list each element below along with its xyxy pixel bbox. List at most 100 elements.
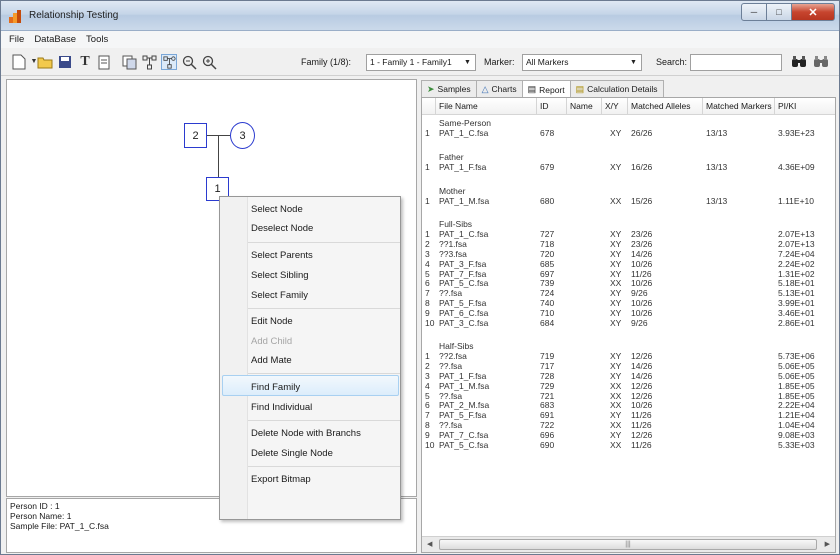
table-row[interactable]: 9 PAT_7_C.fsa 696 XY 12/26 9.08E+03 <box>422 430 822 440</box>
cell-matched-alleles: 23/26 <box>631 229 653 240</box>
table-row[interactable]: 3 ??3.fsa 720 XY 14/26 7.24E+04 <box>422 249 822 259</box>
menu-item-select-sibling[interactable]: Select Sibling <box>251 270 309 281</box>
title-bar[interactable]: Relationship Testing ─ □ ✕ <box>1 1 839 31</box>
toolbar: ▼ T Family (1/8): 1 - Family 1 - Family1 <box>1 48 839 76</box>
cell-index: 4 <box>425 380 430 391</box>
menu-item-select-node[interactable]: Select Node <box>251 204 303 215</box>
menu-separator <box>248 308 400 309</box>
table-row[interactable]: 6 PAT_5_C.fsa 739 XX 10/26 5.18E+01 <box>422 278 822 288</box>
menu-item-select-parents[interactable]: Select Parents <box>251 250 313 261</box>
new-document-icon[interactable] <box>11 54 27 70</box>
tab-calculation-details[interactable]: ▤ Calculation Details <box>569 80 664 97</box>
text-icon[interactable]: T <box>77 54 93 70</box>
tab-report[interactable]: ▤ Report <box>521 80 571 98</box>
tab-samples[interactable]: ➤ Samples <box>421 80 477 97</box>
report-grid[interactable]: File Name ID Name X/Y Matched Alleles Ma… <box>421 97 836 553</box>
menu-item-find-family[interactable]: Find Family <box>251 382 300 393</box>
menu-item-select-family[interactable]: Select Family <box>251 290 308 301</box>
zoom-out-icon[interactable] <box>181 54 197 70</box>
pedigree-node-female[interactable]: 3 <box>230 122 255 149</box>
samples-icon: ➤ <box>427 83 435 94</box>
cell-id: 739 <box>540 278 555 289</box>
cell-matched-alleles: 11/26 <box>631 410 652 421</box>
table-row[interactable]: 1 PAT_1_C.fsa 678 XY 26/26 13/13 3.93E+23 <box>422 128 822 138</box>
tree-layout-icon[interactable] <box>141 54 157 70</box>
scroll-right-icon[interactable]: ▶ <box>825 540 830 548</box>
zoom-in-icon[interactable] <box>201 54 217 70</box>
table-row[interactable]: 3 PAT_1_F.fsa 728 XY 14/26 5.06E+05 <box>422 371 822 381</box>
tab-charts[interactable]: △ Charts <box>475 80 523 97</box>
menu-item-find-individual[interactable]: Find Individual <box>251 402 312 413</box>
marker-select[interactable]: All Markers ▼ <box>522 54 642 71</box>
open-folder-icon[interactable] <box>37 54 53 70</box>
cell-index: 10 <box>425 439 435 450</box>
save-icon[interactable] <box>57 54 73 70</box>
table-row[interactable]: 10 PAT_5_C.fsa 690 XX 11/26 5.33E+03 <box>422 440 822 450</box>
menu-item-edit-node[interactable]: Edit Node <box>251 316 293 327</box>
menu-item-delete-single-node[interactable]: Delete Single Node <box>251 448 333 459</box>
table-row[interactable]: 8 ??.fsa 722 XX 11/26 1.04E+04 <box>422 420 822 430</box>
cell-file-name: ??2.fsa <box>439 351 467 362</box>
menu-item-delete-node-branches[interactable]: Delete Node with Branchs <box>251 428 361 439</box>
table-row[interactable]: 4 PAT_1_M.fsa 729 XX 12/26 1.85E+05 <box>422 381 822 391</box>
maximize-button[interactable]: □ <box>766 3 792 21</box>
column-header-file-name[interactable]: File Name <box>436 98 537 115</box>
column-header-matched-alleles[interactable]: Matched Alleles <box>628 98 703 115</box>
close-button[interactable]: ✕ <box>791 3 835 21</box>
table-row[interactable]: 2 ??.fsa 717 XY 14/26 5.06E+05 <box>422 361 822 371</box>
group-title-text: Full-Sibs <box>439 219 473 230</box>
table-row[interactable]: 8 PAT_5_F.fsa 740 XY 10/26 3.99E+01 <box>422 298 822 308</box>
cell-pi-ki: 3.99E+01 <box>778 298 815 308</box>
properties-icon[interactable] <box>96 54 112 70</box>
scroll-left-icon[interactable]: ◀ <box>427 540 432 548</box>
cell-matched-alleles: 10/26 <box>631 298 653 308</box>
cell-file-name: PAT_5_F.fsa <box>439 410 487 421</box>
family-select[interactable]: 1 - Family 1 - Family1 ▼ <box>366 54 476 71</box>
table-row[interactable]: 1 PAT_1_C.fsa 727 XY 23/26 2.07E+13 <box>422 229 822 239</box>
table-row[interactable]: 5 ??.fsa 721 XX 12/26 1.85E+05 <box>422 391 822 401</box>
scrollbar-thumb[interactable]: ||| <box>439 539 817 550</box>
menu-item-export-bitmap[interactable]: Export Bitmap <box>251 474 311 485</box>
table-row[interactable]: 1 PAT_1_F.fsa 679 XY 16/26 13/13 4.36E+09 <box>422 162 822 172</box>
charts-icon: △ <box>481 83 489 94</box>
column-header-matched-markers[interactable]: Matched Markers <box>703 98 775 115</box>
menu-database[interactable]: DataBase <box>34 34 76 45</box>
pedigree-icon[interactable] <box>161 54 177 70</box>
column-header-xy[interactable]: X/Y <box>602 98 628 115</box>
table-row[interactable]: 7 PAT_5_F.fsa 691 XY 11/26 1.21E+04 <box>422 410 822 420</box>
find-next-icon[interactable] <box>813 54 829 70</box>
horizontal-scrollbar[interactable]: ◀ ||| ▶ <box>422 536 835 552</box>
menu-item-deselect-node[interactable]: Deselect Node <box>251 223 313 234</box>
menu-file[interactable]: File <box>9 34 24 45</box>
column-header-pi-ki[interactable]: PI/KI <box>775 98 835 115</box>
cell-pi-ki: 5.13E+01 <box>778 288 815 299</box>
cell-id: 690 <box>540 439 555 450</box>
search-input[interactable] <box>690 54 782 71</box>
table-row[interactable]: 9 PAT_6_C.fsa 710 XY 10/26 3.46E+01 <box>422 308 822 318</box>
tab-label: Samples <box>437 84 471 94</box>
descent-line <box>218 135 219 178</box>
menu-tools[interactable]: Tools <box>86 34 108 45</box>
pedigree-node-male[interactable]: 2 <box>184 123 207 148</box>
table-row[interactable]: 1 PAT_1_M.fsa 680 XX 15/26 13/13 1.11E+10 <box>422 196 822 206</box>
table-row[interactable]: 4 PAT_3_F.fsa 685 XY 10/26 2.24E+02 <box>422 259 822 269</box>
column-header-index[interactable] <box>422 98 436 115</box>
table-row[interactable]: 6 PAT_2_M.fsa 683 XX 10/26 2.22E+04 <box>422 400 822 410</box>
table-row[interactable]: 7 ??.fsa 724 XY 9/26 5.13E+01 <box>422 288 822 298</box>
calc-icon: ▤ <box>575 83 585 94</box>
column-header-id[interactable]: ID <box>537 98 567 115</box>
cell-pi-ki: 5.06E+05 <box>778 361 815 372</box>
cell-id: 717 <box>540 361 555 372</box>
copy-icon[interactable] <box>121 54 137 70</box>
cell-matched-alleles: 12/26 <box>631 429 653 440</box>
column-header-name[interactable]: Name <box>567 98 602 115</box>
minimize-button[interactable]: ─ <box>741 3 767 21</box>
table-row[interactable]: 2 ??1.fsa 718 XY 23/26 2.07E+13 <box>422 239 822 249</box>
table-row[interactable]: 10 PAT_3_C.fsa 684 XY 9/26 2.86E+01 <box>422 318 822 328</box>
table-row[interactable]: 5 PAT_7_F.fsa 697 XY 11/26 1.31E+02 <box>422 269 822 279</box>
cell-index: 1 <box>425 128 430 138</box>
find-icon[interactable] <box>791 54 807 70</box>
table-row[interactable]: 1 ??2.fsa 719 XY 12/26 5.73E+06 <box>422 351 822 361</box>
cell-id: 729 <box>540 380 555 391</box>
menu-item-add-mate[interactable]: Add Mate <box>251 355 292 366</box>
